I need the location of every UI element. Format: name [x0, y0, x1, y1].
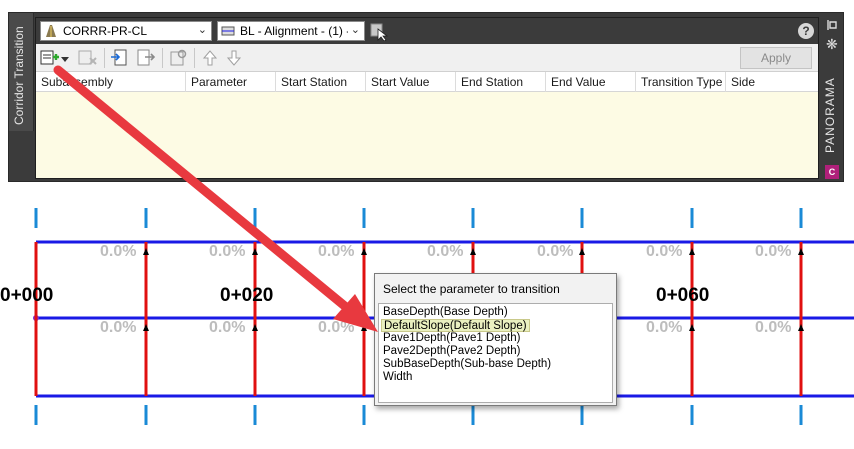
delete-transition-icon[interactable]: [78, 49, 98, 67]
parameter-item-base-depth[interactable]: BaseDepth(Base Depth): [381, 306, 510, 319]
slope-label: 0.0%: [209, 319, 246, 336]
section-arrowhead: [252, 324, 258, 331]
section-arrowhead: [798, 248, 804, 255]
section-arrowhead: [361, 248, 367, 255]
corridor-icon: [46, 25, 56, 37]
section-arrowhead: [361, 324, 367, 331]
dropdown-arrow-icon[interactable]: [60, 49, 70, 67]
pick-from-drawing-icon[interactable]: [369, 21, 389, 41]
column-header-end-value[interactable]: End Value: [546, 72, 636, 92]
slope-label: 0.0%: [318, 243, 355, 260]
slope-label: 0.0%: [755, 319, 792, 336]
toolbar-separator: [194, 48, 195, 68]
corridor-transition-tab[interactable]: Corridor Transition: [9, 13, 34, 131]
corridor-transition-content: CORRR-PR-CL ⌄ BL - Alignment - (1) - ( ⌄…: [35, 17, 819, 179]
section-arrowhead: [143, 248, 149, 255]
transition-toolbar: Apply: [36, 44, 818, 72]
parameter-item-pave1-depth[interactable]: Pave1Depth(Pave1 Depth): [381, 332, 522, 345]
add-transition-icon[interactable]: [40, 49, 60, 67]
slope-label: 0.0%: [537, 243, 574, 260]
apply-button[interactable]: Apply: [740, 47, 812, 69]
station-label-1: 0+020: [220, 285, 274, 306]
section-arrowhead: [470, 248, 476, 255]
help-icon[interactable]: ?: [798, 23, 814, 39]
move-up-icon[interactable]: [200, 49, 220, 67]
corridor-transition-tab-label: Corridor Transition: [12, 26, 26, 125]
civil3d-logo-icon: C: [825, 165, 839, 179]
slope-label: 0.0%: [646, 319, 683, 336]
parameter-item-default-slope[interactable]: DefaultSlope(Default Slope): [381, 319, 530, 332]
column-header-side[interactable]: Side: [726, 72, 818, 92]
selector-strip: CORRR-PR-CL ⌄ BL - Alignment - (1) - ( ⌄…: [36, 18, 818, 44]
station-label-0: 0+000: [0, 285, 54, 306]
panorama-side-bar: ❋ PANORAMA C: [820, 13, 844, 181]
export-icon[interactable]: [136, 49, 156, 67]
parameter-select-popup: Select the parameter to transition BaseD…: [374, 273, 617, 406]
panorama-label: PANORAMA: [823, 77, 837, 153]
transition-grid-header: Subassembly Parameter Start Station Star…: [36, 72, 818, 92]
transition-grid-body[interactable]: [36, 92, 818, 178]
section-arrowhead: [689, 324, 695, 331]
station-label-2: 0+060: [656, 285, 710, 306]
column-header-subassembly[interactable]: Subassembly: [36, 72, 186, 92]
slope-label: 0.0%: [209, 243, 246, 260]
section-arrowhead: [689, 248, 695, 255]
slope-label: 0.0%: [318, 319, 355, 336]
slope-label: 0.0%: [427, 243, 464, 260]
section-arrowhead: [579, 248, 585, 255]
toolbar-separator: [162, 48, 163, 68]
pin-icon[interactable]: [826, 19, 838, 31]
parameter-list[interactable]: BaseDepth(Base Depth) DefaultSlope(Defau…: [378, 303, 613, 403]
column-header-transition-type[interactable]: Transition Type: [636, 72, 726, 92]
chevron-down-icon: ⌄: [350, 24, 360, 36]
section-arrowhead: [143, 324, 149, 331]
chevron-down-icon: ⌄: [197, 24, 207, 36]
gear-icon[interactable]: ❋: [826, 37, 838, 51]
baseline-combo-value: BL - Alignment - (1) - (: [240, 24, 348, 38]
column-header-start-value[interactable]: Start Value: [366, 72, 456, 92]
section-arrowhead: [798, 324, 804, 331]
parameter-item-pave2-depth[interactable]: Pave2Depth(Pave2 Depth): [381, 345, 522, 358]
slope-label: 0.0%: [100, 319, 137, 336]
import-icon[interactable]: [110, 49, 130, 67]
column-header-start-station[interactable]: Start Station: [276, 72, 366, 92]
slope-label: 0.0%: [646, 243, 683, 260]
corridor-combo[interactable]: CORRR-PR-CL ⌄: [40, 21, 212, 41]
section-arrowhead: [252, 248, 258, 255]
column-header-parameter[interactable]: Parameter: [186, 72, 276, 92]
panorama-window: Corridor Transition CORRR-PR-CL ⌄ BL - A…: [8, 12, 844, 182]
toolbar-separator: [104, 48, 105, 68]
slope-label: 0.0%: [755, 243, 792, 260]
column-header-end-station[interactable]: End Station: [456, 72, 546, 92]
slope-label: 0.0%: [100, 243, 137, 260]
corridor-combo-value: CORRR-PR-CL: [63, 24, 147, 38]
popup-title: Select the parameter to transition: [383, 282, 560, 296]
parameter-item-subbase-depth[interactable]: SubBaseDepth(Sub-base Depth): [381, 358, 553, 371]
baseline-combo[interactable]: BL - Alignment - (1) - ( ⌄: [217, 21, 365, 41]
move-down-icon[interactable]: [224, 49, 244, 67]
parameter-item-width[interactable]: Width: [381, 371, 414, 384]
baseline-icon: [221, 26, 235, 36]
settings-icon[interactable]: [168, 49, 188, 67]
